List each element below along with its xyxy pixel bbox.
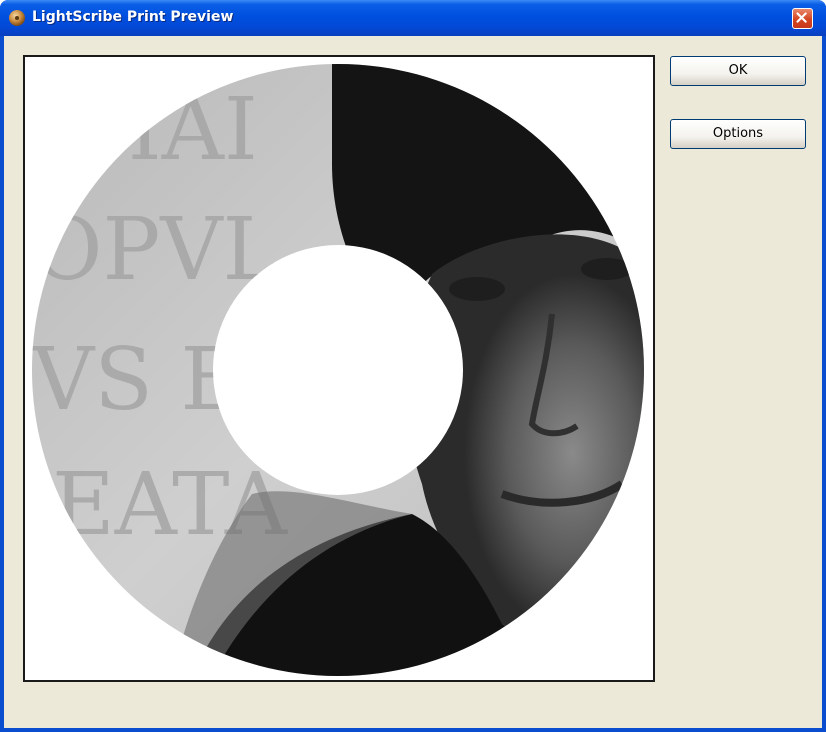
disc-label-preview: CIAI OPVL VS E EATA bbox=[32, 64, 644, 676]
svg-text:VS E: VS E bbox=[32, 330, 243, 430]
ok-button[interactable]: OK bbox=[670, 56, 806, 86]
window-title: LightScribe Print Preview bbox=[32, 9, 234, 25]
dialog-client-area: CIAI OPVL VS E EATA OK Options bbox=[4, 36, 822, 728]
dialog-window: LightScribe Print Preview CIAI OPVL VS E… bbox=[0, 0, 826, 732]
close-icon bbox=[796, 12, 807, 23]
lightscribe-disc-icon bbox=[9, 10, 25, 26]
close-button[interactable] bbox=[792, 8, 813, 29]
options-button[interactable]: Options bbox=[670, 119, 806, 149]
title-bar[interactable]: LightScribe Print Preview bbox=[0, 0, 826, 36]
svg-text:CIAI: CIAI bbox=[62, 80, 258, 180]
print-preview-panel: CIAI OPVL VS E EATA bbox=[23, 55, 655, 682]
svg-text:OPVL: OPVL bbox=[32, 200, 280, 300]
